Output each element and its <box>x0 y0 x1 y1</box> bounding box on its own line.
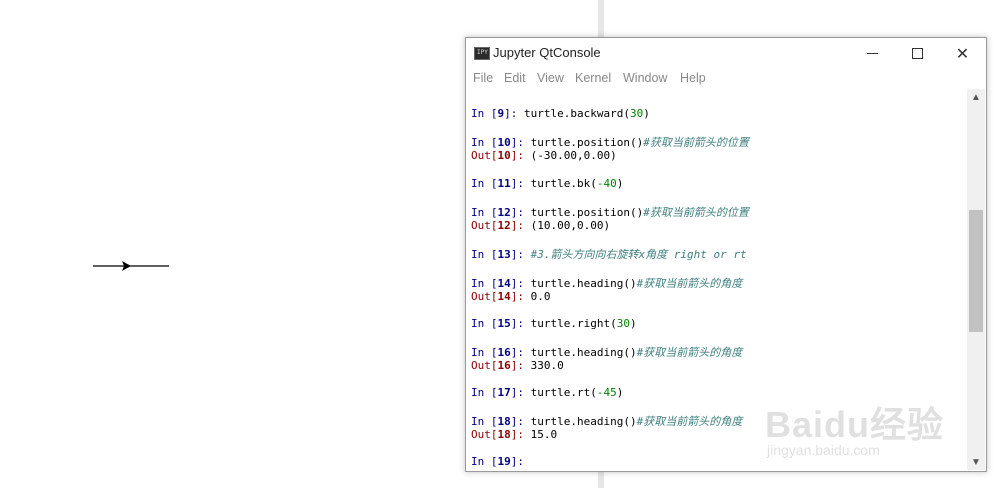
scroll-up-icon[interactable]: ▲ <box>967 89 985 105</box>
code-comment: #获取当前箭头的位置 <box>643 136 749 149</box>
output-value: 0.0 <box>530 290 551 303</box>
input-cell[interactable]: In [14]: turtle.heading()#获取当前箭头的角度 <box>471 275 742 291</box>
title-bar[interactable]: IPY Jupyter QtConsole ✕ <box>466 38 986 69</box>
input-cell[interactable]: In [17]: turtle.rt(-45) <box>471 386 623 399</box>
maximize-button[interactable] <box>895 38 940 69</box>
code-text: turtle.right(30) <box>530 317 637 330</box>
menu-kernel[interactable]: Kernel <box>575 71 611 85</box>
out-prompt: Out[14]: <box>471 290 531 303</box>
code-comment: #获取当前箭头的位置 <box>643 206 749 219</box>
code-text: turtle.position() <box>530 136 644 149</box>
output-value: 15.0 <box>530 428 558 441</box>
out-prompt: Out[18]: <box>471 428 531 441</box>
scroll-down-icon[interactable]: ▼ <box>967 454 985 470</box>
input-cell[interactable]: In [10]: turtle.position()#获取当前箭头的位置 <box>471 134 749 150</box>
code-text: turtle.backward(30) <box>524 107 650 120</box>
jupyter-console-icon: IPY <box>474 47 490 60</box>
menu-view[interactable]: View <box>537 71 564 85</box>
menu-edit[interactable]: Edit <box>504 71 526 85</box>
input-cell[interactable]: In [18]: turtle.heading()#获取当前箭头的角度 <box>471 413 742 429</box>
menu-file[interactable]: File <box>473 71 493 85</box>
in-prompt: In [18]: <box>471 415 531 428</box>
watermark-logo: Baidu经验 <box>765 404 945 445</box>
in-prompt: In [17]: <box>471 386 531 399</box>
close-icon: ✕ <box>955 45 970 63</box>
input-cell[interactable]: In [13]: #3.箭头方向向右旋转x角度 right or rt <box>471 246 747 262</box>
close-button[interactable]: ✕ <box>940 38 985 69</box>
in-prompt: In [11]: <box>471 177 531 190</box>
menu-window[interactable]: Window <box>623 71 667 85</box>
output-cell[interactable]: Out[12]: (10.00,0.00) <box>471 219 610 232</box>
scrollbar-thumb[interactable] <box>969 210 983 332</box>
code-comment: #获取当前箭头的角度 <box>636 346 743 359</box>
in-prompt: In [9]: <box>471 107 524 120</box>
code-comment: #获取当前箭头的角度 <box>636 277 743 290</box>
out-prompt: Out[16]: <box>471 359 531 372</box>
code-text: turtle.rt(-45) <box>530 386 624 399</box>
code-text: turtle.bk(-40) <box>530 177 624 190</box>
vertical-scrollbar[interactable]: ▲ ▼ <box>967 89 985 470</box>
minimize-button[interactable] <box>850 38 895 69</box>
code-comment: #获取当前箭头的角度 <box>636 415 743 428</box>
output-value: 330.0 <box>530 359 564 372</box>
in-prompt: In [14]: <box>471 277 531 290</box>
output-value: (10.00,0.00) <box>530 219 611 232</box>
in-prompt: In [13]: <box>471 248 531 261</box>
in-prompt: In [19]: <box>471 455 531 468</box>
output-cell[interactable]: Out[18]: 15.0 <box>471 428 557 441</box>
output-cell[interactable]: Out[14]: 0.0 <box>471 290 551 303</box>
menu-help[interactable]: Help <box>680 71 706 85</box>
input-cell[interactable]: In [19]: <box>471 455 531 468</box>
in-prompt: In [12]: <box>471 206 531 219</box>
maximize-icon <box>912 48 923 59</box>
input-cell[interactable]: In [11]: turtle.bk(-40) <box>471 177 623 190</box>
menu-bar: File Edit View Kernel Window Help <box>466 69 986 89</box>
output-value: (-30.00,0.00) <box>530 149 617 162</box>
watermark-url: jingyan.baidu.com <box>767 442 880 458</box>
minimize-icon <box>867 53 878 54</box>
input-cell[interactable]: In [9]: turtle.backward(30) <box>471 107 650 120</box>
window-title: Jupyter QtConsole <box>493 45 601 60</box>
code-text: turtle.position() <box>530 206 644 219</box>
input-cell[interactable]: In [16]: turtle.heading()#获取当前箭头的角度 <box>471 344 742 360</box>
in-prompt: In [10]: <box>471 136 531 149</box>
output-cell[interactable]: Out[10]: (-30.00,0.00) <box>471 149 617 162</box>
code-text: turtle.heading() <box>530 346 637 359</box>
input-cell[interactable]: In [15]: turtle.right(30) <box>471 317 637 330</box>
in-prompt: In [16]: <box>471 346 531 359</box>
input-cell[interactable]: In [12]: turtle.position()#获取当前箭头的位置 <box>471 204 749 220</box>
code-text: turtle.heading() <box>530 277 637 290</box>
in-prompt: In [15]: <box>471 317 531 330</box>
out-prompt: Out[12]: <box>471 219 531 232</box>
watermark: Baidu经验 jingyan.baidu.com <box>765 378 965 468</box>
code-comment: #3.箭头方向向右旋转x角度 right or rt <box>530 248 747 261</box>
output-cell[interactable]: Out[16]: 330.0 <box>471 359 564 372</box>
out-prompt: Out[10]: <box>471 149 531 162</box>
code-text: turtle.heading() <box>530 415 637 428</box>
